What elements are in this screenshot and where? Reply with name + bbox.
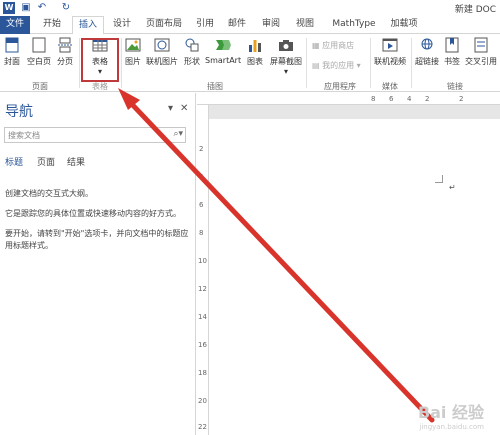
group-divider — [370, 38, 371, 88]
word-logo-icon: W — [3, 2, 15, 14]
ruler-number: 12 — [198, 285, 207, 293]
search-icon[interactable]: ⌕▾ — [173, 129, 183, 139]
shapes-icon — [185, 38, 199, 52]
blank-page-icon — [32, 37, 46, 53]
ruler-number: 14 — [198, 313, 207, 321]
search-placeholder: 搜索文档 — [8, 131, 40, 140]
tab-headings[interactable]: 标题 — [5, 155, 23, 168]
undo-icon[interactable]: ↶ — [36, 2, 48, 14]
cross-reference-button[interactable]: 交叉引用 — [464, 36, 498, 67]
ruler-number: 10 — [198, 257, 207, 265]
nav-hint-2: 它是跟踪您的具体位置或快速移动内容的好方式。 — [5, 209, 181, 218]
ruler-number: 2 — [199, 145, 204, 153]
pictures-button[interactable]: 图片 — [122, 36, 144, 67]
window-title: 新建 DOC — [454, 5, 496, 15]
apps-group-label: 应用程序 — [324, 82, 356, 91]
nav-hint-3: 要开始，请转到"开始"选项卡，并向文档中的标题应用标题样式。 — [5, 229, 189, 250]
ruler-number: 18 — [198, 369, 207, 377]
ruler-number: 6 — [199, 201, 204, 209]
video-icon — [382, 38, 398, 52]
navigation-pane: 导航 ▾ ✕ 搜索文档 ⌕▾ 标题 页面 结果 创建文档的交互式大纲。 它是跟踪… — [0, 93, 196, 435]
picture-icon — [125, 38, 141, 52]
cover-page-button[interactable]: 封面 — [2, 36, 22, 67]
group-divider — [79, 38, 80, 88]
chart-icon — [249, 40, 261, 52]
app-store-button[interactable]: ▦ 应用商店 — [312, 40, 354, 51]
ruler-number: 20 — [198, 397, 207, 405]
store-icon: ▦ — [312, 41, 323, 50]
smartart-icon — [216, 40, 231, 50]
blank-page-button[interactable]: 空白页 — [26, 36, 52, 67]
cover-page-icon — [5, 37, 19, 53]
ruler-number: 16 — [198, 341, 207, 349]
chevron-down-icon: ▾ — [283, 67, 288, 76]
margin-corner-mark — [435, 175, 443, 183]
apps-icon: ▤ — [312, 61, 323, 70]
search-input[interactable]: 搜索文档 ⌕▾ — [4, 127, 186, 143]
ruler-number: 4 — [407, 95, 412, 103]
close-icon[interactable]: ✕ — [180, 103, 188, 114]
tab-references[interactable]: 引用 — [192, 16, 218, 34]
tab-view[interactable]: 视图 — [292, 16, 318, 34]
screenshot-button[interactable]: 屏幕截图 ▾ — [268, 36, 304, 76]
ruler-number: 6 — [389, 95, 394, 103]
online-video-button[interactable]: 联机视频 — [372, 36, 408, 67]
page-break-button[interactable]: 分页 — [54, 36, 76, 67]
document-page[interactable]: ↵ — [209, 119, 500, 435]
shapes-button[interactable]: 形状 — [182, 36, 202, 67]
group-divider — [306, 38, 307, 88]
tab-design[interactable]: 设计 — [108, 16, 136, 34]
table-highlight-box — [81, 38, 119, 82]
page-break-icon — [58, 37, 72, 53]
tab-pages[interactable]: 页面 — [37, 155, 55, 168]
bookmark-icon — [445, 37, 459, 53]
save-icon[interactable]: ▣ — [20, 2, 32, 14]
media-group-label: 媒体 — [382, 82, 398, 91]
cross-reference-icon — [474, 37, 488, 53]
tables-group-label: 表格 — [92, 82, 108, 91]
title-bar: W ▣ ↶ ↻ 新建 DOC — [0, 0, 500, 16]
tab-home[interactable]: 开始 — [38, 16, 66, 34]
tab-file[interactable]: 文件 — [0, 16, 30, 34]
baidu-watermark: Bai 经验 — [417, 403, 484, 422]
tab-addins[interactable]: 加载项 — [386, 16, 422, 34]
tab-review[interactable]: 审阅 — [258, 16, 284, 34]
pages-group-label: 页面 — [32, 82, 48, 91]
bookmark-button[interactable]: 书签 — [442, 36, 462, 67]
illustrations-group-label: 插图 — [207, 82, 223, 91]
ruler-number: 8 — [199, 229, 204, 237]
tab-results[interactable]: 结果 — [67, 155, 85, 168]
hyperlink-icon — [421, 38, 433, 50]
ruler-number: 22 — [198, 423, 207, 431]
group-divider — [411, 38, 412, 88]
online-picture-icon — [154, 38, 170, 52]
redo-icon[interactable]: ↻ — [60, 2, 72, 14]
tab-insert[interactable]: 插入 — [72, 16, 104, 35]
tab-page-layout[interactable]: 页面布局 — [142, 16, 186, 34]
horizontal-ruler[interactable]: 8 6 4 2 2 — [197, 93, 500, 105]
my-apps-button[interactable]: ▤ 我的应用 ▾ — [312, 60, 361, 71]
ruler-number: 2 — [425, 95, 430, 103]
nav-options-icon[interactable]: ▾ — [168, 103, 173, 114]
tab-mathtype[interactable]: MathType — [330, 16, 378, 34]
camera-icon — [279, 40, 293, 51]
chart-button[interactable]: 图表 — [244, 36, 266, 67]
vertical-ruler[interactable]: 2 4 6 8 10 12 14 16 18 20 22 — [197, 105, 209, 435]
chevron-down-icon: ▾ — [354, 61, 361, 70]
links-group-label: 链接 — [447, 82, 463, 91]
online-pictures-button[interactable]: 联机图片 — [146, 36, 178, 67]
watermark-url: jingyan.baidu.com — [419, 423, 484, 431]
smartart-button[interactable]: SmartArt — [205, 36, 241, 65]
ruler-number: 4 — [199, 173, 204, 181]
ruler-number: 8 — [371, 95, 376, 103]
nav-title: 导航 — [5, 104, 33, 120]
tab-mailings[interactable]: 邮件 — [224, 16, 250, 34]
document-area[interactable]: 8 6 4 2 2 2 4 6 8 10 12 14 16 18 20 22 ↵ — [197, 93, 500, 435]
hyperlink-button[interactable]: 超链接 — [414, 36, 440, 67]
ribbon-tabs: 文件 开始 插入 设计 页面布局 引用 邮件 审阅 视图 MathType 加载… — [0, 16, 500, 35]
ribbon: 封面 空白页 分页 页面 表格 ▾ 表格 图片 联机图片 形状 SmartArt… — [0, 34, 500, 92]
nav-hint-1: 创建文档的交互式大纲。 — [5, 189, 93, 198]
paragraph-mark: ↵ — [449, 183, 456, 192]
ruler-number: 2 — [459, 95, 464, 103]
